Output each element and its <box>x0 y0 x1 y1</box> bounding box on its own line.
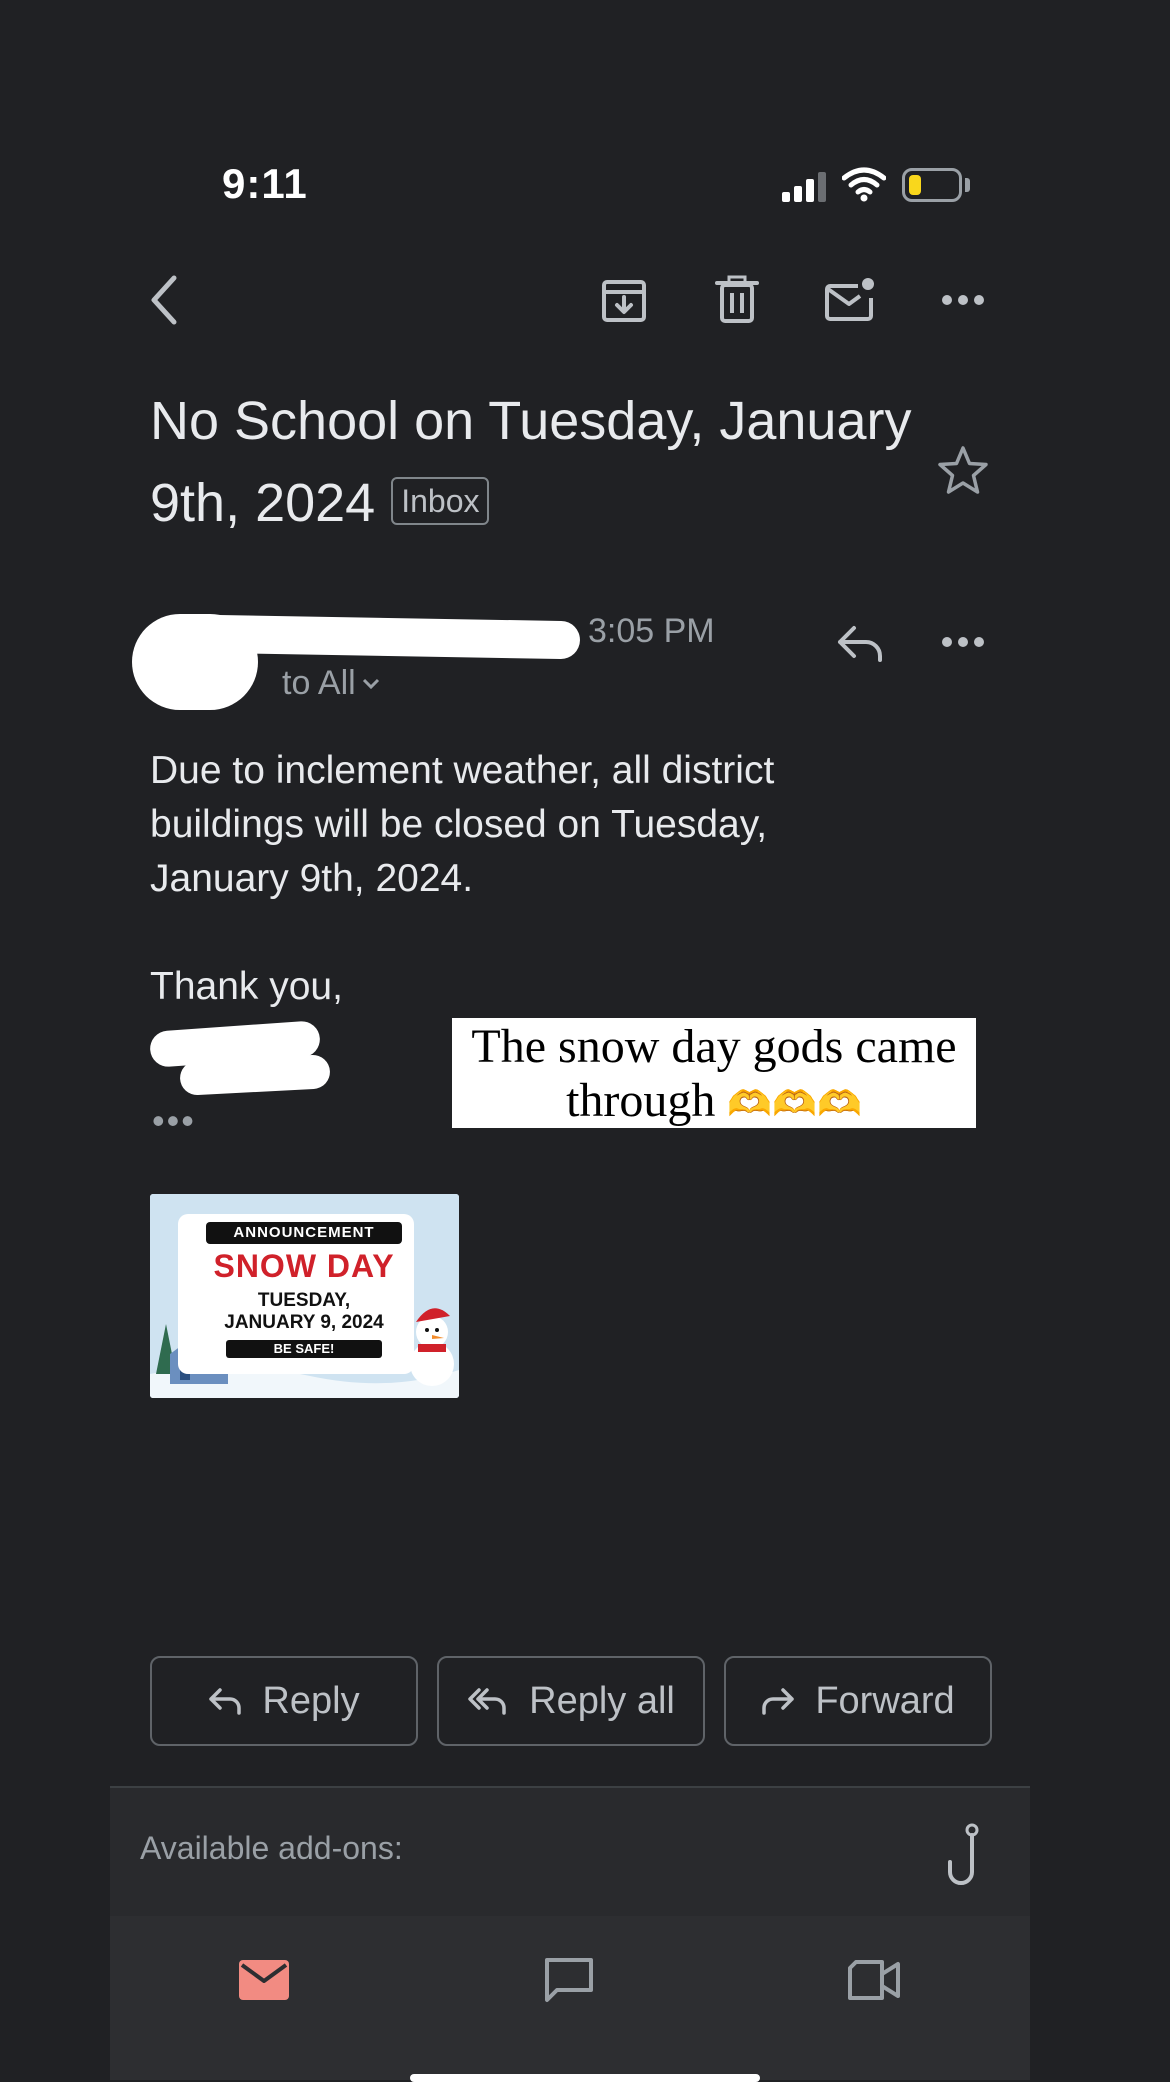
chevron-down-icon <box>362 678 379 689</box>
caption-line-2: through <box>566 1074 716 1127</box>
email-subject: No School on Tuesday, January 9th, 2024 I… <box>150 380 950 544</box>
announcement-label: ANNOUNCEMENT <box>206 1222 402 1244</box>
reply-icon[interactable] <box>830 612 890 672</box>
chat-icon <box>545 1958 593 2002</box>
body-line: buildings will be closed on Tuesday, <box>150 803 768 846</box>
message-more-icon[interactable] <box>933 612 993 672</box>
video-camera-icon <box>848 1960 900 2000</box>
redacted-sender-name-stroke <box>199 614 581 660</box>
bottom-navigation <box>110 1916 1030 2080</box>
be-safe-tag: BE SAFE! <box>226 1340 382 1358</box>
reply-all-button[interactable]: Reply all <box>437 1656 705 1746</box>
battery-icon <box>902 168 962 202</box>
left-margin <box>0 320 110 2080</box>
heart-hands-emoji: 🫶🫶🫶 <box>727 1084 862 1125</box>
addon-hook-icon[interactable] <box>936 1822 986 1888</box>
body-line: Due to inclement weather, all district <box>150 749 775 792</box>
reply-icon <box>209 1688 242 1715</box>
image-attachment[interactable]: ANNOUNCEMENT SNOW DAY TUESDAY, JANUARY 9… <box>150 1194 459 1398</box>
overlay-caption: The snow day gods came through 🫶🫶🫶 <box>452 1018 976 1128</box>
reply-all-icon <box>468 1688 506 1715</box>
signoff: Thank you, <box>150 965 343 1008</box>
date-line-1: TUESDAY, <box>257 1290 351 1311</box>
trimmed-content-toggle[interactable]: ••• <box>152 1100 196 1142</box>
forward-label: Forward <box>815 1679 955 1722</box>
sent-time: 3:05 PM <box>588 612 715 650</box>
trash-icon[interactable] <box>707 270 767 330</box>
caption-line-1: The snow day gods came <box>471 1020 957 1073</box>
addons-label: Available add-ons: <box>140 1830 403 1866</box>
reply-label: Reply <box>262 1679 360 1722</box>
wifi-icon <box>842 167 886 202</box>
nav-mail[interactable] <box>234 1950 294 2010</box>
reply-button[interactable]: Reply <box>150 1656 418 1746</box>
email-body: Due to inclement weather, all district b… <box>150 744 910 1014</box>
status-time: 9:11 <box>222 160 308 207</box>
star-icon[interactable] <box>936 444 990 498</box>
signal-icon <box>782 170 828 202</box>
right-margin <box>1030 320 1170 2080</box>
more-horizontal-icon[interactable] <box>933 270 993 330</box>
snowman-icon <box>410 1308 454 1386</box>
recipients-toggle[interactable]: to All <box>282 664 380 703</box>
date-line-2: JANUARY 9, 2024 <box>224 1312 384 1333</box>
back-arrow-icon[interactable] <box>134 270 194 330</box>
home-indicator <box>410 2074 760 2082</box>
snow-day-headline: SNOW DAY <box>213 1248 395 1284</box>
mail-unread-icon[interactable] <box>820 270 880 330</box>
reply-all-label: Reply all <box>529 1679 675 1722</box>
nav-chat[interactable] <box>539 1950 599 2010</box>
recipients-text: to All <box>282 664 356 702</box>
forward-button[interactable]: Forward <box>724 1656 992 1746</box>
body-line: January 9th, 2024. <box>150 857 474 900</box>
subject-text: No School on Tuesday, January 9th, 2024 <box>150 391 912 533</box>
battery-tip <box>965 178 970 192</box>
addons-bar: Available add-ons: <box>110 1786 1030 1916</box>
forward-icon <box>762 1688 795 1715</box>
archive-icon[interactable] <box>594 270 654 330</box>
nav-meet[interactable] <box>844 1950 904 2010</box>
inbox-label-chip[interactable]: Inbox <box>391 476 490 525</box>
mail-icon <box>239 1960 289 2000</box>
